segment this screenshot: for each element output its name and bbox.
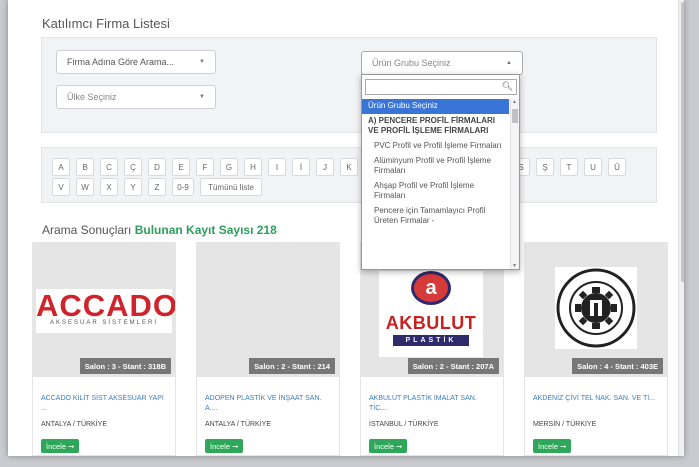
- akdeniz-logo: [555, 267, 637, 349]
- dropdown-option[interactable]: Ürün Grubu Seçiniz: [362, 99, 509, 114]
- letter-filter-button[interactable]: F: [196, 158, 214, 176]
- akbulut-emblem-icon: a: [411, 271, 451, 305]
- letter-filter-button[interactable]: B: [76, 158, 94, 176]
- chevron-down-icon: ▼: [199, 94, 205, 100]
- company-logo-area[interactable]: ACCADO AKSESUAR SİSTEMLERİ Salon : 3 - S…: [33, 243, 175, 377]
- company-name-link[interactable]: AKBULUT PLASTİK İMALAT SAN. TİC....: [369, 394, 497, 414]
- letter-filter-button[interactable]: W: [76, 178, 94, 196]
- inspect-button[interactable]: İncele ➞: [41, 439, 80, 453]
- company-card: Salon : 2 - Stant : 214 ADOPEN PLASTİK V…: [196, 242, 340, 456]
- letter-filter-button[interactable]: V: [52, 178, 70, 196]
- company-card: ACCADO AKSESUAR SİSTEMLERİ Salon : 3 - S…: [32, 242, 176, 456]
- stand-badge: Salon : 2 - Stant : 214: [249, 358, 335, 374]
- letter-filter-button[interactable]: Y: [124, 178, 142, 196]
- chevron-up-icon: ▲: [506, 60, 512, 66]
- scroll-up-icon[interactable]: ▲: [512, 99, 517, 105]
- letter-filter-button[interactable]: X: [100, 178, 118, 196]
- letter-filter-button[interactable]: 0-9: [172, 178, 194, 196]
- dropdown-option[interactable]: PVC Profil ve Profil İşleme Firmaları: [362, 139, 509, 154]
- inspect-button[interactable]: İncele ➞: [369, 439, 408, 453]
- dropdown-option[interactable]: Pencere için Tamamlayıcı Profil Üreten F…: [362, 204, 509, 229]
- letter-filter-button[interactable]: K: [340, 158, 358, 176]
- filter-panel: Firma Adına Göre Arama... ▼ Ülke Seçiniz…: [41, 37, 657, 133]
- company-logo-area[interactable]: Salon : 2 - Stant : 214: [197, 243, 339, 377]
- company-name-link[interactable]: ACCADO KİLİT SİST AKSESUAR YAPI ...: [41, 394, 169, 414]
- page-scroll-thumb[interactable]: [681, 2, 684, 282]
- page-title: Katılımcı Firma Listesi: [42, 16, 170, 31]
- results-heading: Arama Sonuçları Bulunan Kayıt Sayısı 218: [42, 223, 277, 237]
- letter-filter-button[interactable]: J: [316, 158, 334, 176]
- company-location: ANTALYA / TÜRKİYE: [41, 421, 108, 428]
- letter-filter-button[interactable]: Ç: [124, 158, 142, 176]
- stand-badge: Salon : 2 - Stant : 207A: [407, 358, 499, 374]
- product-group-label: Ürün Grubu Seçiniz: [372, 58, 451, 68]
- letter-filter-button[interactable]: H: [244, 158, 262, 176]
- letter-filter-button[interactable]: Tümünü liste: [200, 178, 262, 196]
- letter-filter-button[interactable]: İ: [292, 158, 310, 176]
- alphabet-filter-panel: ABCÇDEFGHIİJKLSŞTUÜVWXYZ0-9Tümünü liste: [41, 147, 657, 203]
- company-name-link[interactable]: AKDENİZ ÇİVİ TEL NAK. SAN. VE Tİ...: [533, 394, 661, 404]
- letter-filter-button[interactable]: C: [100, 158, 118, 176]
- results-label: Arama Sonuçları: [42, 223, 132, 237]
- company-location: MERSİN / TÜRKİYE: [533, 421, 597, 428]
- letter-filter-button[interactable]: E: [172, 158, 190, 176]
- dropdown-scroll-thumb[interactable]: [512, 109, 518, 123]
- stand-badge: Salon : 4 - Stant : 403E: [572, 358, 663, 374]
- dropdown-option-group: A) PENCERE PROFİL FİRMALARI VE PROFİL İŞ…: [368, 116, 495, 135]
- letter-filter-button[interactable]: I: [268, 158, 286, 176]
- letter-filter-button[interactable]: T: [560, 158, 578, 176]
- company-search-select[interactable]: Firma Adına Göre Arama... ▼: [56, 50, 216, 74]
- letter-filter-button[interactable]: Z: [148, 178, 166, 196]
- dropdown-options-list[interactable]: Ürün Grubu Seçiniz A) PENCERE PROFİL FİRM…: [362, 99, 509, 269]
- company-search-label: Firma Adına Göre Arama...: [67, 57, 175, 67]
- product-group-dropdown[interactable]: 🔍︎ Ürün Grubu Seçiniz A) PENCERE PROFİL F…: [361, 74, 520, 270]
- letter-filter-button[interactable]: G: [220, 158, 238, 176]
- page-frame: Katılımcı Firma Listesi Firma Adına Göre…: [8, 0, 684, 456]
- letter-filter-button[interactable]: Ş: [536, 158, 554, 176]
- company-card: a AKBULUT PLASTİK Salon : 2 - Stant : 20…: [360, 242, 504, 456]
- inspect-button[interactable]: İncele ➞: [533, 439, 572, 453]
- dropdown-scrollbar[interactable]: ▲ ▼: [510, 99, 519, 269]
- stand-badge: Salon : 3 - Stant : 318B: [79, 358, 171, 374]
- company-location: ANTALYA / TÜRKİYE: [205, 421, 272, 428]
- letter-filter-button[interactable]: A: [52, 158, 70, 176]
- page-scrollbar[interactable]: [678, 0, 684, 456]
- company-card: Salon : 4 - Stant : 403E AKDENİZ ÇİVİ TE…: [524, 242, 668, 456]
- dropdown-option[interactable]: Alüminyum Profil ve Profil İşleme Firmal…: [362, 154, 509, 179]
- product-group-select[interactable]: Ürün Grubu Seçiniz ▲: [361, 51, 523, 75]
- dropdown-search-input[interactable]: 🔍︎: [365, 79, 517, 95]
- letter-filter-button[interactable]: D: [148, 158, 166, 176]
- chevron-down-icon: ▼: [199, 59, 205, 65]
- company-location: İSTANBUL / TÜRKİYE: [369, 421, 439, 428]
- akbulut-logo: a AKBULUT PLASTİK: [379, 271, 483, 357]
- scroll-down-icon[interactable]: ▼: [512, 263, 517, 269]
- results-count: Bulunan Kayıt Sayısı 218: [134, 223, 277, 237]
- letter-filter-button[interactable]: U: [584, 158, 602, 176]
- inspect-button[interactable]: İncele ➞: [205, 439, 244, 453]
- country-select[interactable]: Ülke Seçiniz ▼: [56, 85, 216, 109]
- letter-filter-button[interactable]: Ü: [608, 158, 626, 176]
- gear-seal-icon: [556, 268, 636, 348]
- company-logo-area[interactable]: Salon : 4 - Stant : 403E: [525, 243, 667, 377]
- company-name-link[interactable]: ADOPEN PLASTİK VE İNŞAAT SAN. A....: [205, 394, 333, 414]
- country-label: Ülke Seçiniz: [67, 92, 117, 102]
- search-icon: 🔍︎: [501, 81, 513, 91]
- accado-logo: ACCADO AKSESUAR SİSTEMLERİ: [36, 289, 175, 333]
- dropdown-option[interactable]: Ahşap Profil ve Profil İşleme Firmaları: [362, 179, 509, 204]
